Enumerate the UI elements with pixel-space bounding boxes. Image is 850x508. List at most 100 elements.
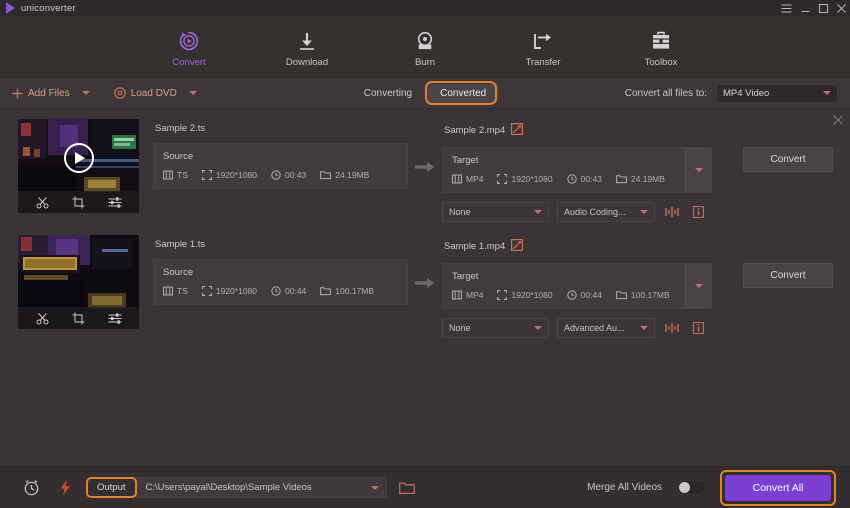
maximize-icon[interactable]: [819, 3, 828, 13]
load-dvd-button[interactable]: Load DVD: [113, 87, 197, 99]
nav-label-convert: Convert: [172, 56, 206, 68]
chevron-down-icon[interactable]: [188, 91, 197, 95]
target-size-value: 24.19MB: [630, 174, 665, 184]
target-options: None Audio Coding...: [442, 202, 712, 222]
status-tabs: Converting Converted: [352, 83, 499, 103]
folder-icon: [616, 175, 627, 184]
nav-tab-convert[interactable]: Convert: [149, 26, 229, 68]
video-thumbnail[interactable]: [18, 235, 139, 329]
target-format: MP4: [452, 174, 483, 184]
source-size: 100.17MB: [320, 286, 374, 296]
resolution-icon: [201, 170, 212, 180]
audio-select[interactable]: Advanced Au...: [557, 318, 655, 338]
merge-all-videos-toggle[interactable]: [676, 480, 706, 495]
output-label[interactable]: Output: [86, 477, 137, 498]
convert-all-button[interactable]: Convert All: [725, 474, 831, 501]
source-title: Source: [163, 267, 194, 278]
main-navigation: Convert Download Burn Transfer Toolbox: [0, 16, 850, 78]
source-column: Sample 2.ts Source TS 1920*1080 00:43 24…: [153, 119, 408, 189]
clock-icon: [271, 286, 281, 296]
title-bar: uniconverter: [0, 0, 850, 16]
folder-icon: [616, 291, 627, 300]
audio-track-icon[interactable]: [663, 318, 681, 338]
info-icon[interactable]: [689, 202, 707, 222]
nav-tab-toolbox[interactable]: Toolbox: [621, 26, 701, 68]
info-icon[interactable]: [689, 318, 707, 338]
resolution-icon: [201, 286, 212, 296]
tab-converted[interactable]: Converted: [428, 83, 499, 103]
chevron-down-icon: [640, 210, 648, 214]
source-duration-value: 00:43: [285, 170, 307, 180]
clock-icon: [271, 170, 281, 180]
table-row: Sample 2.ts Source TS 1920*1080 00:43 24…: [0, 109, 850, 225]
target-expand-button[interactable]: [685, 264, 711, 308]
source-card: Source TS 1920*1080 00:43 24.19MB: [153, 143, 408, 189]
conversion-arrow: [408, 235, 442, 289]
folder-icon: [320, 171, 332, 180]
source-resolution-value: 1920*1080: [215, 286, 258, 296]
nav-tab-transfer[interactable]: Transfer: [503, 26, 583, 68]
nav-tab-download[interactable]: Download: [267, 26, 347, 68]
nav-label-toolbox: Toolbox: [644, 56, 678, 68]
conversion-arrow: [408, 119, 442, 173]
convert-icon: [178, 30, 200, 52]
target-card: Target MP4 1920*1080 00:44 100.17MB: [442, 263, 712, 309]
resolution-icon: [497, 174, 508, 184]
source-size-value: 24.19MB: [335, 170, 370, 180]
video-thumbnail[interactable]: [18, 119, 139, 213]
table-row: Sample 1.ts Source TS 1920*1080 00:44 10…: [0, 225, 850, 341]
app-brand: uniconverter: [6, 2, 76, 14]
source-file-name: Sample 2.ts: [155, 123, 206, 134]
settings-icon[interactable]: [108, 312, 122, 325]
rename-icon[interactable]: [511, 239, 524, 254]
tab-converting[interactable]: Converting: [352, 84, 424, 103]
target-duration: 00:43: [566, 174, 602, 184]
play-button[interactable]: [63, 143, 94, 174]
close-icon[interactable]: [837, 3, 846, 13]
open-folder-icon[interactable]: [398, 481, 415, 495]
target-expand-button[interactable]: [685, 148, 711, 192]
target-size: 24.19MB: [616, 174, 665, 184]
rename-icon[interactable]: [511, 123, 524, 138]
clock-icon: [566, 174, 577, 184]
target-resolution: 1920*1080: [497, 290, 553, 300]
source-format-value: TS: [177, 170, 188, 180]
target-file-name: Sample 1.mp4: [444, 239, 712, 254]
target-column: Sample 2.mp4 Target MP4 1920*1080 00:43 …: [442, 119, 712, 222]
target-resolution-value: 1920*1080: [511, 290, 553, 300]
target-size-value: 100.17MB: [630, 290, 670, 300]
menu-icon[interactable]: [781, 4, 792, 13]
trim-icon[interactable]: [36, 196, 49, 209]
audio-track-icon[interactable]: [663, 202, 681, 222]
subtitle-select[interactable]: None: [442, 318, 549, 338]
transfer-icon: [532, 30, 554, 52]
schedule-icon[interactable]: [14, 479, 48, 496]
target-format-value: MP4: [466, 290, 484, 300]
add-files-button[interactable]: Add Files: [12, 88, 90, 99]
format-select[interactable]: MP4 Video: [716, 83, 838, 103]
crop-icon[interactable]: [72, 312, 85, 325]
minimize-icon[interactable]: [801, 4, 810, 13]
chevron-down-icon: [694, 284, 703, 288]
nav-tab-burn[interactable]: Burn: [385, 26, 465, 68]
target-resolution: 1920*1080: [497, 174, 553, 184]
uniconverter-window: uniconverter Convert Download Burn Trans…: [0, 0, 850, 508]
resolution-icon: [497, 290, 508, 300]
output-path-input[interactable]: C:\Users\payal\Desktop\Sample Videos: [134, 477, 387, 498]
convert-button[interactable]: Convert: [743, 263, 833, 288]
high-speed-icon[interactable]: [48, 479, 82, 496]
output-group: Output C:\Users\payal\Desktop\Sample Vid…: [86, 477, 415, 498]
nav-label-transfer: Transfer: [525, 56, 561, 68]
convert-button[interactable]: Convert: [743, 147, 833, 172]
convert-all-highlight: Convert All: [720, 469, 836, 506]
chevron-down-icon[interactable]: [81, 91, 90, 95]
trim-icon[interactable]: [36, 312, 49, 325]
settings-icon[interactable]: [108, 196, 122, 209]
clock-icon: [566, 290, 577, 300]
source-format: TS: [163, 286, 188, 296]
source-card: Source TS 1920*1080 00:44 100.17MB: [153, 259, 408, 305]
audio-select[interactable]: Audio Coding...: [557, 202, 655, 222]
subtitle-select[interactable]: None: [442, 202, 549, 222]
crop-icon[interactable]: [72, 196, 85, 209]
toolbox-icon: [650, 30, 672, 52]
